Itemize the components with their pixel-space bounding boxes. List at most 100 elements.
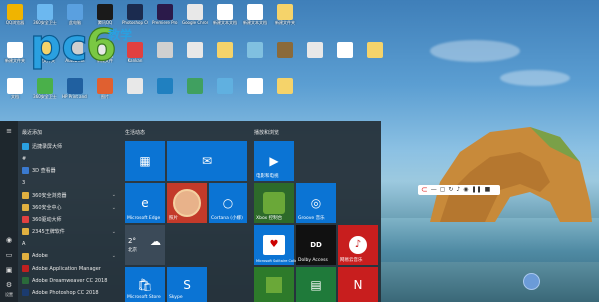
app-list-item[interactable]: Adobe ⌄	[22, 251, 116, 262]
app-group-letter[interactable]: #	[22, 153, 116, 164]
weather-temp: 2°	[128, 237, 136, 245]
app-list-item[interactable]: 3D 查看器	[22, 165, 116, 176]
user-icon[interactable]: ◉	[5, 236, 13, 244]
app-list-item[interactable]: 360安全浏览器 ⌄	[22, 190, 116, 201]
chevron-down-icon[interactable]: ⌄	[112, 205, 116, 211]
app-list-item[interactable]: 360安全中心 ⌄	[22, 202, 116, 213]
chevron-down-icon[interactable]: ⌄	[112, 253, 116, 259]
mail-tile[interactable]: ✉	[167, 141, 247, 181]
app-list-item[interactable]: 360驱动大师	[22, 214, 116, 225]
app-label: Adobe Dreamweaver CC 2018	[32, 277, 108, 284]
app-label: 360安全浏览器	[32, 192, 67, 199]
pause-icon[interactable]: ❚❚	[472, 186, 482, 194]
minimize-icon[interactable]: —	[431, 186, 437, 194]
desktop-icon[interactable]: 新建文本文档	[242, 4, 268, 25]
onenote-tile[interactable]: N	[338, 267, 378, 302]
desktop-icon[interactable]: HP Print and Scan Doctor	[62, 78, 88, 99]
desktop-icon[interactable]: 新建文件夹	[272, 4, 298, 25]
desktop-icon-label: HP Print and Scan Doctor	[62, 94, 88, 99]
app-list-item[interactable]: Adobe Photoshop CC 2018	[22, 287, 116, 298]
settings-icon[interactable]: ⚙	[5, 281, 13, 289]
film-icon: ▶	[269, 154, 279, 168]
groove-label: Groove 音乐	[298, 216, 325, 221]
desktop-icon-label: Premiere Pro CC	[152, 20, 178, 25]
cortana-tile[interactable]: ○ Cortana (小娜)	[209, 183, 247, 223]
skype-icon: S	[183, 277, 191, 292]
netease-tile[interactable]: ♪ 网易云音乐	[338, 225, 378, 265]
desktop-icon[interactable]	[212, 78, 238, 94]
desktop-icon[interactable]	[212, 42, 238, 58]
app-icon	[187, 42, 203, 58]
app-icon	[127, 4, 143, 20]
desktop-icon[interactable]	[332, 42, 358, 58]
app-icon	[7, 42, 23, 58]
desktop-icon[interactable]	[122, 78, 148, 94]
desktop-icon[interactable]	[152, 42, 178, 58]
calendar-icon: ▦	[139, 154, 151, 168]
app-group-letter[interactable]: A	[22, 239, 116, 250]
record-icon[interactable]: ⊂	[421, 186, 428, 194]
app-icon	[22, 143, 29, 150]
desktop-icon[interactable]	[152, 78, 178, 94]
app-icon	[157, 42, 173, 58]
desktop-icon[interactable]: Premiere Pro CC	[152, 4, 178, 25]
chevron-down-icon[interactable]: ⌄	[112, 229, 116, 235]
office-tile[interactable]: ▤	[296, 267, 336, 302]
app-icon	[217, 78, 233, 94]
fullscreen-icon[interactable]: ▢	[440, 186, 446, 194]
movies-label: 电影和电视	[256, 174, 279, 179]
desktop-icon[interactable]	[182, 42, 208, 58]
hamburger-icon[interactable]: ≡	[5, 127, 13, 135]
desktop-icon[interactable]	[242, 78, 268, 94]
app-icon	[247, 78, 263, 94]
minecraft-tile[interactable]	[254, 267, 294, 302]
app-list-item[interactable]: Adobe Dreamweaver CC 2018	[22, 275, 116, 286]
desktop-icon[interactable]	[362, 42, 388, 58]
desktop-icon[interactable]	[242, 42, 268, 58]
photos-label: 照片	[169, 216, 178, 221]
document-icon[interactable]: ▭	[5, 251, 13, 259]
app-list-item[interactable]: 2345王牌软件 ⌄	[22, 226, 116, 237]
desktop-icon[interactable]: 360安全卫士	[32, 78, 58, 99]
desktop-icon-label: 360安全卫士	[33, 94, 57, 99]
solitaire-tile[interactable]: ♥ Microsoft Solitaire Collection	[254, 225, 306, 265]
desktop-icon[interactable]: 新建文件夹	[2, 42, 28, 63]
app-icon	[337, 42, 353, 58]
desktop-icon[interactable]	[272, 42, 298, 58]
app-label: 迅捷录屏大师	[32, 144, 63, 150]
cortana-icon: ○	[222, 196, 234, 210]
app-icon	[22, 167, 29, 175]
desktop-icon[interactable]: 文档	[2, 78, 28, 99]
weather-tile[interactable]: 2° 北京 ☁	[125, 225, 165, 265]
calendar-tile[interactable]: ▦	[125, 141, 165, 181]
skype-tile[interactable]: S Skype	[167, 267, 207, 302]
chevron-down-icon[interactable]: ⌄	[112, 192, 116, 198]
netease-icon: ♪	[349, 236, 367, 254]
recent-title: 最近添加	[22, 130, 43, 136]
movies-tile[interactable]: ▶ 电影和电视	[254, 141, 294, 181]
desktop-icon[interactable]	[302, 42, 328, 58]
refresh-icon[interactable]: ↻	[448, 186, 453, 194]
photos-tile[interactable]: 照片	[167, 183, 207, 223]
app-icon	[22, 252, 29, 260]
groove-tile[interactable]: ◎ Groove 音乐	[296, 183, 336, 223]
app-list-item[interactable]: Adobe Application Manager	[22, 263, 116, 274]
stop-icon[interactable]: ■	[485, 186, 491, 194]
desktop-icon[interactable]: 图片	[92, 78, 118, 99]
picture-icon[interactable]: ▣	[5, 266, 13, 274]
desktop-icon[interactable]	[182, 78, 208, 94]
desktop-icon[interactable]: QQ浏览器	[2, 4, 28, 25]
camera-icon[interactable]: ◉	[463, 186, 468, 194]
mic-icon[interactable]: ♪	[456, 186, 460, 194]
app-list-item[interactable]: 迅捷录屏大师	[22, 141, 116, 152]
edge-tile[interactable]: e Microsoft Edge	[125, 183, 165, 223]
app-icon	[187, 4, 203, 20]
floating-button[interactable]	[523, 273, 540, 290]
xbox-tile[interactable]: Xbox 控制台	[254, 183, 294, 223]
desktop-icon[interactable]: Google Chrome	[182, 4, 208, 25]
desktop-icon[interactable]	[272, 78, 298, 94]
dolby-tile[interactable]: DD Dolby Access	[296, 225, 336, 265]
app-group-letter[interactable]: 3	[22, 178, 116, 189]
store-tile[interactable]: 🛍 Microsoft Store	[125, 267, 165, 302]
desktop-icon[interactable]: 新建文本文档	[212, 4, 238, 25]
